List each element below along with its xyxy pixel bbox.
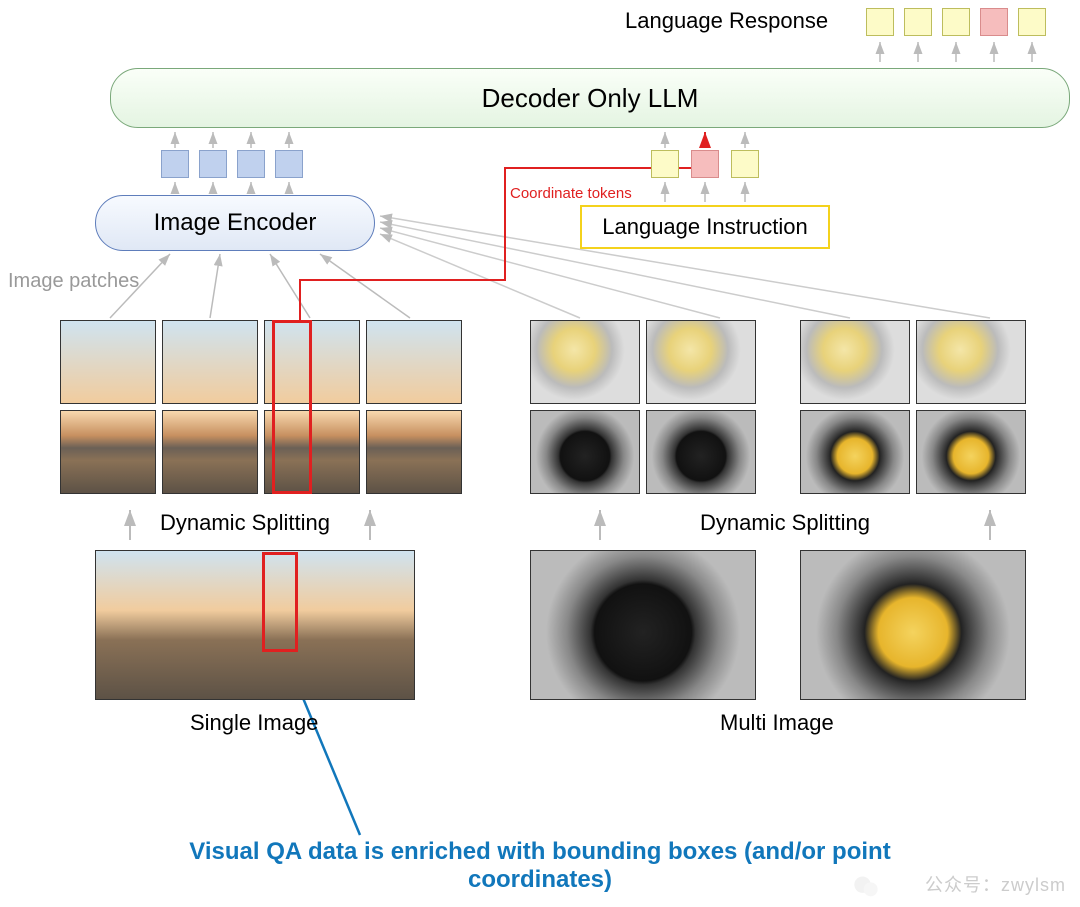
city-patch-2 — [162, 320, 258, 404]
bounding-box-patches — [272, 320, 312, 494]
city-patch-4 — [366, 320, 462, 404]
vision-token-4 — [275, 150, 303, 178]
lang-token-2-coord — [691, 150, 719, 178]
cook-a-patch-1 — [530, 320, 640, 404]
watermark-text: 公众号：zwylsm — [925, 871, 1066, 897]
cook-b-patch-1 — [800, 320, 910, 404]
lang-token-3 — [731, 150, 759, 178]
decoder-llm-label: Decoder Only LLM — [482, 83, 699, 114]
multi-image-1 — [530, 550, 756, 700]
cook-b-patch-3 — [800, 410, 910, 494]
wechat-icon — [852, 873, 880, 901]
dynamic-splitting-label-left: Dynamic Splitting — [160, 510, 330, 536]
language-response-label: Language Response — [625, 8, 828, 34]
cook-a-patch-3 — [530, 410, 640, 494]
language-instruction-label: Language Instruction — [602, 214, 808, 240]
multi-image-label: Multi Image — [720, 710, 834, 736]
single-image — [95, 550, 415, 700]
image-patches-label: Image patches — [8, 270, 139, 293]
vision-token-3 — [237, 150, 265, 178]
output-token-1 — [866, 8, 894, 36]
output-token-4-coord — [980, 8, 1008, 36]
decoder-llm-box: Decoder Only LLM — [110, 68, 1070, 128]
language-instruction-box: Language Instruction — [580, 205, 830, 249]
lang-token-1 — [651, 150, 679, 178]
vision-token-2 — [199, 150, 227, 178]
multi-image-2 — [800, 550, 1026, 700]
coordinate-tokens-label: Coordinate tokens — [510, 185, 632, 202]
vision-token-1 — [161, 150, 189, 178]
image-encoder-label: Image Encoder — [154, 209, 317, 237]
output-token-3 — [942, 8, 970, 36]
bounding-box-single — [262, 552, 298, 652]
city-patch-1 — [60, 320, 156, 404]
visual-qa-caption: Visual QA data is enriched with bounding… — [130, 838, 950, 894]
city-patch-5 — [60, 410, 156, 494]
output-token-2 — [904, 8, 932, 36]
output-token-5 — [1018, 8, 1046, 36]
city-patch-8 — [366, 410, 462, 494]
image-encoder-box: Image Encoder — [95, 195, 375, 251]
city-patch-6 — [162, 410, 258, 494]
single-image-label: Single Image — [190, 710, 318, 736]
dynamic-splitting-label-right: Dynamic Splitting — [700, 510, 870, 536]
cook-a-patch-4 — [646, 410, 756, 494]
cook-b-patch-4 — [916, 410, 1026, 494]
cook-b-patch-2 — [916, 320, 1026, 404]
cook-a-patch-2 — [646, 320, 756, 404]
